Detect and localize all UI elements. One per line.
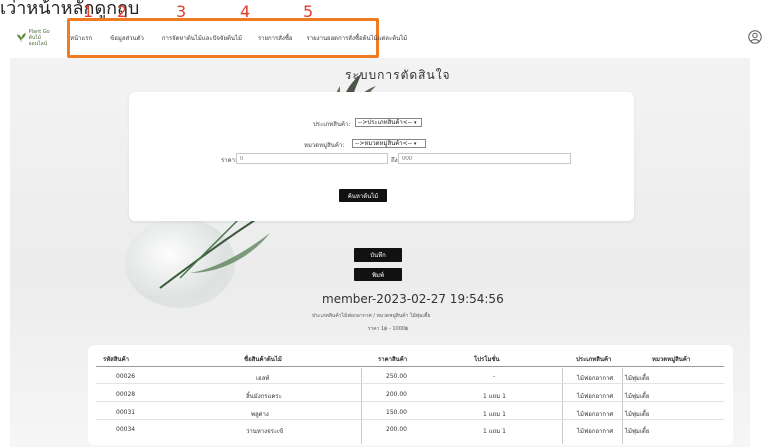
product-group-label: หมวดหมู่สินค้า: [304, 142, 345, 149]
table-cell-price: 250.00 [386, 373, 407, 380]
table-cell-code: 00028 [116, 391, 136, 398]
table-header-group: หมวดหมู่สินค้า [652, 356, 691, 363]
table-column-divider [622, 368, 623, 444]
table-cell-type: ไม้ฟอกอากาศ [577, 375, 614, 382]
table-cell-promotion: 1 แถม 1 [483, 411, 506, 418]
table-cell-promotion: - [493, 373, 496, 380]
table-cell-group: ไม้พุ่มเตี้ย [625, 393, 650, 400]
table-cell-type: ไม้ฟอกอากาศ [577, 393, 614, 400]
table-cell-code: 00031 [116, 409, 136, 416]
logo-text-2: ต้นไม้ออนไลน์ [28, 35, 48, 47]
main-nav: หน้าแรก ข้อมูลส่วนตัว การจัดหาต้นไม้และป… [70, 33, 407, 43]
product-type-label: ประเภทสินค้า: [313, 121, 351, 128]
table-row-divider [96, 419, 724, 420]
price-to-label: ถึง [391, 157, 398, 164]
nav-item-orders[interactable]: รายการสั่งซื้อ [258, 33, 293, 43]
table-cell-name: พลูด่าง [251, 411, 269, 418]
chevron-down-icon: ▾ [413, 141, 417, 147]
table-header-name: ชื่อสินค้าต้นไม้ [244, 356, 282, 363]
table-cell-name: เฮลท์ [256, 375, 270, 382]
table-row-divider [96, 383, 724, 384]
record-price-range: ราคา 1฿ - 1000฿ [367, 326, 409, 332]
record-title: member-2023-02-27 19:54:56 [322, 292, 504, 306]
table-header-price: ราคาสินค้า [378, 356, 408, 363]
save-button[interactable]: บันทึก [354, 248, 402, 262]
product-type-select[interactable]: -->ประเภทสินค้า<-- ▾ [355, 118, 422, 127]
chevron-down-icon: ▾ [414, 120, 417, 126]
table-cell-promotion: 1 แถม 1 [483, 393, 506, 400]
nav-item-plant-management[interactable]: การจัดหาต้นไม้และปัจจัยต้นไม้ [162, 33, 242, 43]
table-header-type: ประเภทสินค้า [576, 356, 612, 363]
table-column-divider [562, 368, 563, 444]
table-cell-group: ไม้พุ่มเตี้ย [625, 411, 650, 418]
nav-item-home[interactable]: หน้าแรก [70, 33, 92, 43]
table-cell-code: 00034 [116, 426, 136, 433]
product-group-select[interactable]: -->หมวดหมู่สินค้า<-- ▾ [352, 139, 426, 148]
logo[interactable]: Plant Go ต้นไม้ออนไลน์ [16, 29, 56, 47]
table-header-divider [96, 366, 724, 367]
table-cell-group: ไม้พุ่มเตี้ย [625, 428, 650, 435]
nav-item-profile[interactable]: ข้อมูลส่วนตัว [110, 33, 144, 43]
leaf-logo-icon [16, 32, 26, 44]
table-header-promotion: โปรโมชั่น [474, 356, 500, 363]
table-cell-type: ไม้ฟอกอากาศ [577, 428, 614, 435]
page-title: ระบบการตัดสินใจ [345, 68, 451, 82]
results-table: รหัสสินค้า ชื่อสินค้าต้นไม้ ราคาสินค้า โ… [88, 345, 733, 445]
table-cell-price: 200.00 [386, 426, 407, 433]
table-row-divider [96, 401, 724, 402]
table-cell-price: 200.00 [386, 391, 407, 398]
search-plants-button[interactable]: ค้นหาต้นไม้ [339, 189, 387, 202]
table-cell-group: ไม้พุ่มเตี้ย [625, 375, 650, 382]
top-bar: เว่าหน้าหลักดูกฤบ 1 2 3 4 5 Plant Go ต้น… [0, 0, 776, 60]
record-filter-summary: ประเภทสินค้าไม้ฟอกอากาศ / หมวดหมู่สินค้า… [312, 313, 431, 319]
product-type-select-value: -->ประเภทสินค้า<-- [358, 119, 413, 126]
user-account-icon[interactable] [748, 30, 762, 44]
table-cell-type: ไม้ฟอกอากาศ [577, 411, 614, 418]
table-cell-name: ว่านหางจระเข้ [246, 428, 284, 435]
nav-item-sales-report[interactable]: รายงานยอดการสั่งซื้อต้นไม้แต่ละต้นไม้ [307, 33, 408, 43]
table-cell-name: ลิ้นมังกรแคระ [246, 393, 282, 400]
price-to-input[interactable] [398, 153, 571, 164]
table-column-divider [361, 368, 362, 444]
price-from-input[interactable] [236, 153, 388, 164]
print-button[interactable]: พิมพ์ [354, 268, 402, 281]
product-group-select-value: -->หมวดหมู่สินค้า<-- [355, 140, 412, 147]
table-cell-code: 00026 [116, 373, 136, 380]
table-header-code: รหัสสินค้า [103, 356, 129, 363]
price-label: ราคา: [221, 157, 237, 164]
table-cell-price: 150.00 [386, 409, 407, 416]
table-cell-promotion: 1 แถม 1 [483, 428, 506, 435]
search-form-card: ประเภทสินค้า: -->ประเภทสินค้า<-- ▾ หมวดห… [129, 92, 634, 221]
